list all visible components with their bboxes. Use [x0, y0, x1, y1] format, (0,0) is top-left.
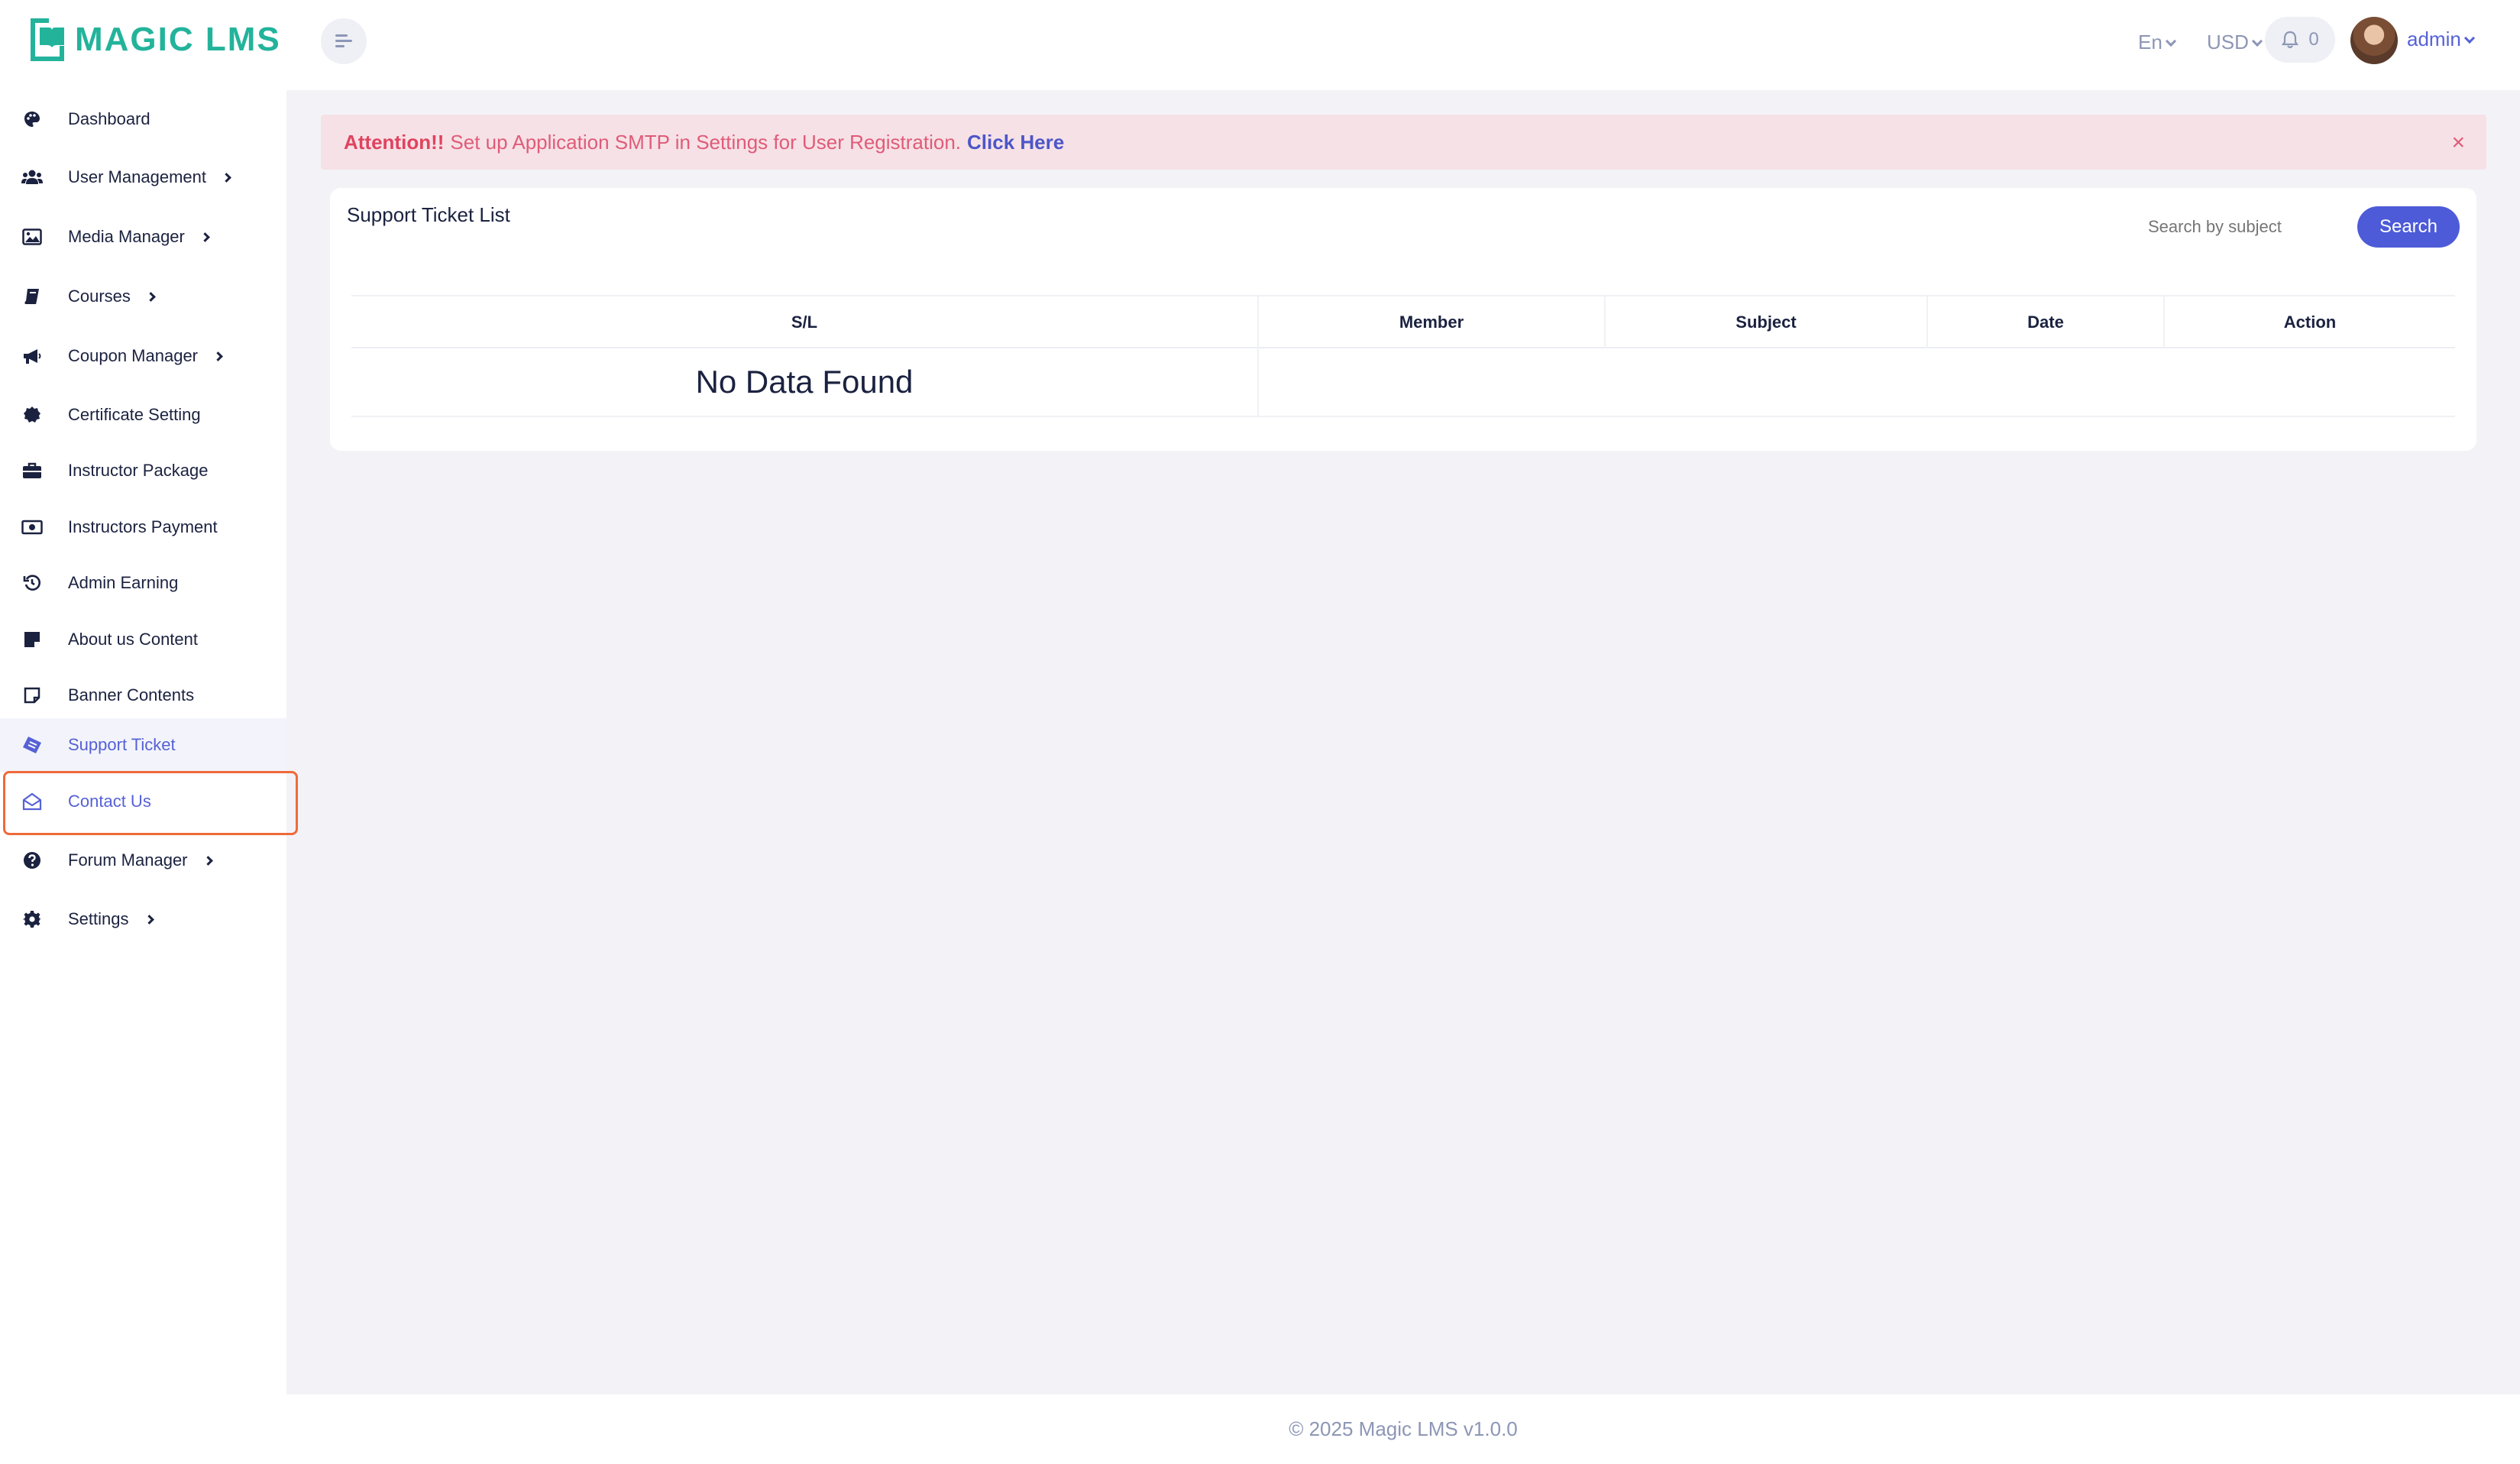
- sidebar-item-label: Instructor Package: [68, 461, 209, 480]
- chevron-down-icon: [2251, 35, 2263, 47]
- sidebar-item-label: Support Ticket: [68, 735, 176, 754]
- alert-prefix: Attention!!: [344, 130, 445, 154]
- support-ticket-card: Support Ticket List Search S/L Member Su…: [330, 188, 2476, 451]
- sidebar: Dashboard User Management Media Manager …: [0, 90, 286, 1464]
- search-input[interactable]: [2137, 206, 2344, 248]
- sidebar-item-label: User Management: [68, 167, 231, 187]
- sidebar-item-about-us-content[interactable]: About us Content: [0, 613, 286, 666]
- alert-link[interactable]: Click Here: [967, 131, 1064, 154]
- column-header-action: Action: [2283, 313, 2337, 332]
- book-icon: [21, 286, 43, 307]
- notification-count: 0: [2308, 29, 2319, 50]
- logo-book-icon: [31, 18, 64, 61]
- sidebar-item-label: Banner Contents: [68, 685, 195, 704]
- sidebar-item-media-manager[interactable]: Media Manager: [0, 210, 286, 264]
- empty-state-message: No Data Found: [351, 348, 1259, 416]
- user-name: admin: [2407, 28, 2461, 50]
- sidebar-item-label: Courses: [68, 287, 156, 306]
- column-header-subject[interactable]: Subject: [1606, 296, 1928, 348]
- image-icon: [21, 226, 43, 248]
- sidebar-item-label: Settings: [68, 909, 154, 929]
- notifications-button[interactable]: 0: [2265, 17, 2335, 63]
- note-outline-icon: [21, 685, 43, 706]
- briefcase-icon: [21, 460, 43, 481]
- table-header: S/L Member Subject Date Action: [351, 295, 2455, 348]
- sidebar-item-contact-us[interactable]: Contact Us: [0, 775, 286, 828]
- history-icon: [21, 572, 43, 594]
- column-header-member[interactable]: Member: [1259, 296, 1606, 348]
- search-button[interactable]: Search: [2357, 206, 2460, 248]
- question-icon: [21, 850, 43, 871]
- ticket-icon: [21, 734, 43, 756]
- currency-value: USD: [2207, 31, 2249, 53]
- envelope-open-icon: [21, 791, 43, 812]
- chevron-right-icon: [200, 232, 210, 242]
- sidebar-item-label: Forum Manager: [68, 850, 213, 870]
- smtp-alert: Attention!! Set up Application SMTP in S…: [321, 115, 2486, 170]
- sidebar-item-label: About us Content: [68, 630, 199, 649]
- sidebar-item-label: Media Manager: [68, 227, 210, 247]
- column-header-date[interactable]: Date: [1928, 296, 2165, 348]
- sidebar-item-user-management[interactable]: User Management: [0, 151, 286, 204]
- ticket-table: S/L Member Subject Date Action No Data F…: [351, 295, 2455, 417]
- table-body: No Data Found: [351, 348, 2455, 417]
- chevron-down-icon: [2165, 35, 2176, 47]
- close-icon[interactable]: ×: [2451, 130, 2465, 156]
- sidebar-item-instructor-package[interactable]: Instructor Package: [0, 444, 286, 497]
- sidebar-item-banner-contents[interactable]: Banner Contents: [0, 669, 286, 722]
- chevron-right-icon: [213, 351, 223, 361]
- sidebar-item-certificate-setting[interactable]: Certificate Setting: [0, 388, 286, 442]
- sidebar-item-label: Certificate Setting: [68, 405, 201, 424]
- brand-logo[interactable]: MAGIC LMS: [26, 15, 281, 64]
- sidebar-item-courses[interactable]: Courses: [0, 270, 286, 323]
- sidebar-item-settings[interactable]: Settings: [0, 892, 286, 946]
- certificate-icon: [21, 404, 43, 426]
- bell-icon: [2282, 31, 2299, 49]
- money-icon: [21, 517, 43, 538]
- user-menu[interactable]: admin: [2407, 28, 2475, 51]
- menu-toggle-button[interactable]: [321, 18, 367, 64]
- sidebar-item-dashboard[interactable]: Dashboard: [0, 92, 286, 146]
- card-title: Support Ticket List: [347, 203, 510, 226]
- sidebar-item-coupon-manager[interactable]: Coupon Manager: [0, 329, 286, 383]
- top-header: MAGIC LMS En USD 0 admin: [0, 0, 2520, 90]
- sidebar-item-forum-manager[interactable]: Forum Manager: [0, 834, 286, 887]
- column-header-sl[interactable]: S/L: [351, 296, 1259, 348]
- sidebar-item-admin-earning[interactable]: Admin Earning: [0, 556, 286, 610]
- chevron-right-icon: [146, 292, 156, 302]
- sticky-note-icon: [21, 629, 43, 650]
- sidebar-item-support-ticket[interactable]: Support Ticket: [0, 718, 286, 772]
- menu-align-icon: [335, 34, 352, 47]
- sidebar-item-label: Admin Earning: [68, 573, 179, 592]
- sidebar-item-label: Contact Us: [68, 792, 151, 811]
- chevron-down-icon: [2463, 32, 2475, 44]
- language-value: En: [2138, 31, 2163, 53]
- sidebar-item-instructors-payment[interactable]: Instructors Payment: [0, 500, 286, 554]
- page-footer: © 2025 Magic LMS v1.0.0: [286, 1394, 2520, 1464]
- app-root: MAGIC LMS En USD 0 admin Dashboard User …: [0, 0, 2520, 1464]
- user-avatar[interactable]: [2350, 17, 2398, 64]
- palette-icon: [21, 109, 43, 130]
- chevron-right-icon: [144, 915, 154, 925]
- sidebar-item-label: Instructors Payment: [68, 517, 218, 536]
- language-selector[interactable]: En: [2138, 31, 2176, 54]
- footer-text: © 2025 Magic LMS v1.0.0: [1289, 1417, 1518, 1440]
- gear-icon: [21, 909, 43, 930]
- currency-selector[interactable]: USD: [2207, 31, 2263, 54]
- chevron-right-icon: [222, 173, 231, 183]
- chevron-right-icon: [202, 856, 213, 866]
- alert-message: Set up Application SMTP in Settings for …: [450, 130, 962, 154]
- users-icon: [21, 167, 43, 188]
- sidebar-item-label: Coupon Manager: [68, 346, 223, 366]
- megaphone-icon: [21, 345, 43, 367]
- brand-name: MAGIC LMS: [75, 21, 281, 58]
- sidebar-item-label: Dashboard: [68, 109, 150, 128]
